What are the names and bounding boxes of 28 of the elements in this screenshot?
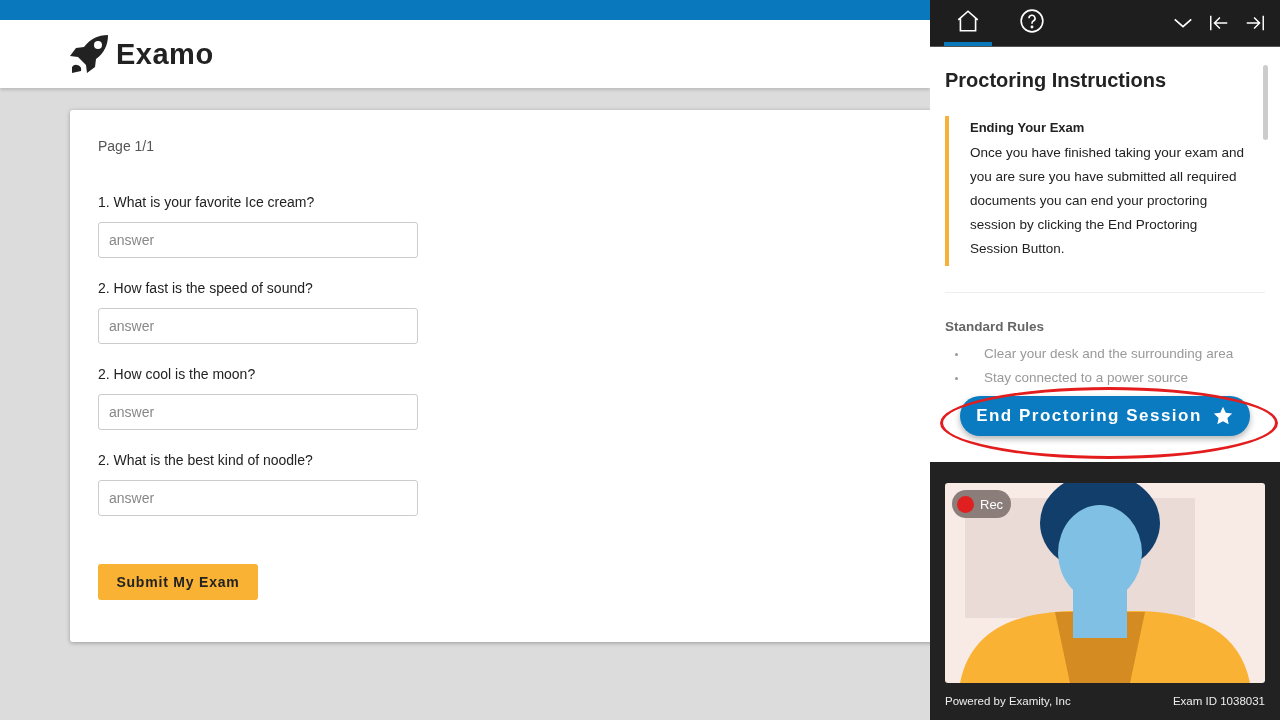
rocket-icon [68,33,110,75]
star-icon [1211,405,1234,427]
question-text: 2. How fast is the speed of sound? [98,280,314,296]
page-label: Page 1/1 [98,138,156,154]
answer-field[interactable]: answer [98,394,418,430]
powered-by-text: Powered by Examity, Inc [945,695,1071,707]
rules-heading: Standard Rules [945,319,1046,334]
rec-label: Rec [980,496,1004,512]
bullet-icon [955,352,958,356]
answer-field[interactable]: answer [98,480,418,516]
bullet-icon [955,376,958,380]
callout-text: Once you have finished taking your exam and you are sure you have submitted all required documents you can end your proctoring session by clicking the End Proctoring Session Button. [970,144,1245,258]
rule-text: Clear your desk and the surrounding area [984,345,1234,363]
answer-field[interactable]: answer [98,222,418,258]
callout-heading: Ending Your Exam [970,120,1086,135]
panel-title: Proctoring Instructions [945,69,1168,92]
submit-button[interactable]: Submit My Exam [98,564,258,600]
home-icon [955,8,981,34]
question-text: 2. What is the best kind of noodle? [98,452,314,468]
logo-text: Examo [116,37,214,71]
end-session-button[interactable]: End Proctoring Session [960,396,1250,436]
question-text: 1. What is your favorite Ice cream? [98,194,316,210]
help-icon [1019,8,1045,34]
scrollbar-thumb[interactable] [1263,65,1268,140]
answer-field[interactable]: answer [98,308,418,344]
rule-text: Stay connected to a power source [984,369,1189,387]
question-text: 2. How cool is the moon? [98,366,257,382]
exam-id-text: Exam ID 1038031 [1172,695,1265,707]
